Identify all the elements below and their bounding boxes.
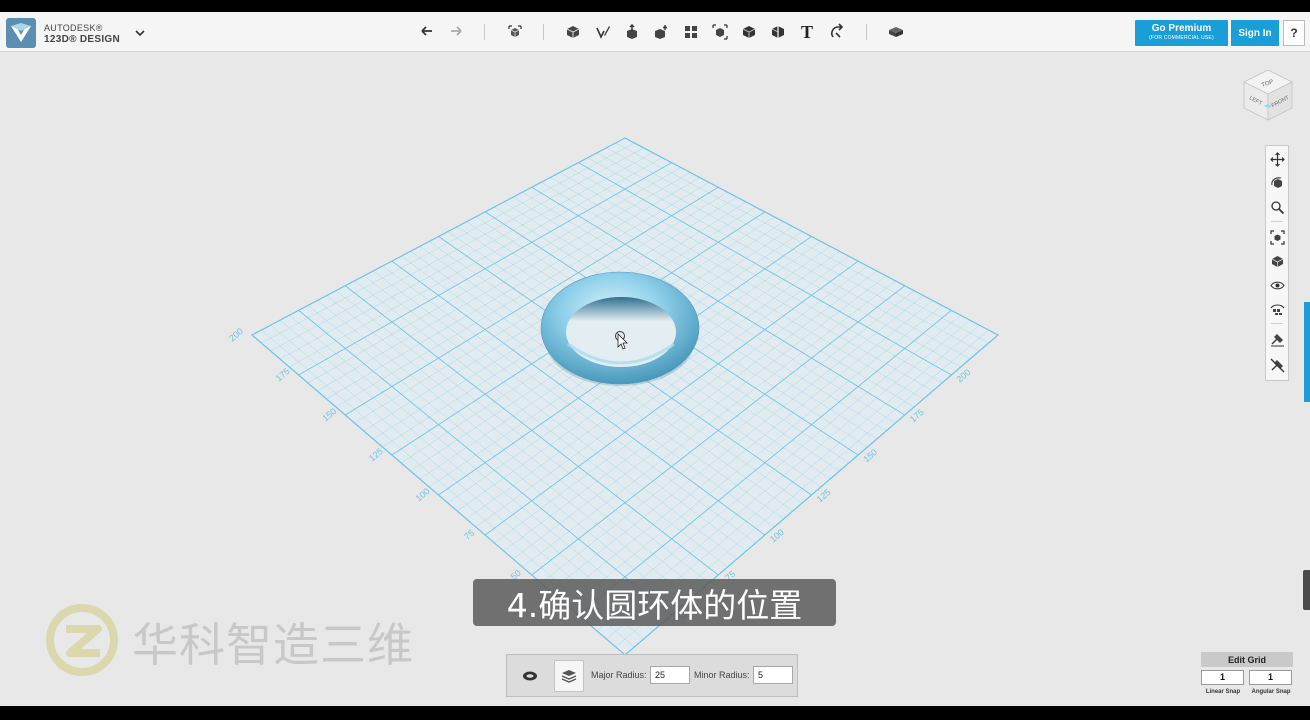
orbit-button[interactable] bbox=[1268, 174, 1286, 192]
materials-view-button[interactable] bbox=[1268, 300, 1286, 318]
grid-left-axis-label: 150 bbox=[320, 406, 338, 423]
view-mode-icon bbox=[1271, 255, 1283, 267]
pattern-icon bbox=[685, 26, 697, 38]
watermark: 华科智造三维 bbox=[44, 601, 454, 681]
eye-icon bbox=[1269, 281, 1285, 289]
app-logo-icon bbox=[6, 18, 36, 48]
edit-grid-button[interactable]: Edit Grid bbox=[1201, 652, 1293, 667]
grid-left-axis-label: 125 bbox=[367, 446, 385, 463]
snap-icon bbox=[831, 23, 844, 38]
torus-shape[interactable] bbox=[540, 271, 700, 386]
snap-button[interactable] bbox=[826, 21, 848, 43]
text-button[interactable]: T bbox=[796, 21, 818, 43]
primitives-button[interactable] bbox=[562, 21, 584, 43]
undo-icon bbox=[421, 26, 432, 36]
go-premium-button[interactable]: Go Premium (FOR COMMERCIAL USE) bbox=[1135, 20, 1228, 46]
help-button[interactable]: ? bbox=[1283, 20, 1305, 46]
video-subtitle: 4.确认圆环体的位置 bbox=[473, 579, 836, 626]
pan-icon bbox=[1269, 151, 1285, 167]
side-panel-toggle[interactable] bbox=[1304, 302, 1310, 402]
brand-line-2: 123D® DESIGN bbox=[44, 34, 120, 45]
modify-button[interactable] bbox=[650, 21, 672, 43]
measure-button[interactable] bbox=[767, 21, 789, 43]
combine-button[interactable] bbox=[738, 21, 760, 43]
material-icon bbox=[889, 27, 903, 37]
layers-icon bbox=[561, 670, 577, 683]
angular-snap-input[interactable]: 1 bbox=[1249, 670, 1292, 685]
sketch-button[interactable] bbox=[592, 21, 614, 43]
top-toolbar: AUTODESK® 123D® DESIGN T Go Premium (FOR… bbox=[0, 12, 1310, 52]
angular-snap-label: Angular Snap bbox=[1251, 689, 1291, 695]
torus-icon bbox=[523, 671, 537, 681]
view-mode-button[interactable] bbox=[1268, 252, 1286, 270]
work-plane-grid: 20017515012510075505075100125150175200 bbox=[227, 137, 1000, 656]
modify-icon bbox=[655, 25, 667, 39]
transform-icon bbox=[508, 25, 522, 37]
minor-radius-label: Minor Radius: bbox=[694, 670, 750, 680]
app-window: AUTODESK® 123D® DESIGN T Go Premium (FOR… bbox=[0, 12, 1310, 706]
linear-snap-label: Linear Snap bbox=[1205, 689, 1241, 695]
redo-button[interactable] bbox=[445, 21, 467, 43]
construct-button[interactable] bbox=[621, 21, 643, 43]
measure-icon bbox=[771, 26, 784, 38]
major-radius-label: Major Radius: bbox=[591, 670, 647, 680]
brand-line-1: AUTODESK® bbox=[44, 23, 103, 33]
magnifier-icon bbox=[1270, 200, 1284, 214]
material-button[interactable] bbox=[885, 21, 907, 43]
go-premium-label: Go Premium bbox=[1151, 23, 1212, 34]
watermark-logo-icon bbox=[46, 604, 118, 676]
linear-snap-input[interactable]: 1 bbox=[1201, 670, 1244, 685]
primitives-icon bbox=[566, 26, 580, 38]
grid-left-axis-label: 100 bbox=[414, 486, 432, 503]
visibility-button[interactable] bbox=[1268, 276, 1286, 294]
navigation-bar bbox=[1265, 145, 1289, 381]
side-scroll-handle[interactable] bbox=[1303, 570, 1310, 610]
major-radius-input[interactable] bbox=[650, 666, 690, 684]
nav-divider bbox=[1271, 221, 1283, 222]
snap-grid-button[interactable] bbox=[1268, 330, 1286, 348]
snap-grid-icon bbox=[1270, 333, 1284, 346]
hide-grid-icon bbox=[1270, 358, 1284, 372]
nav-divider bbox=[1271, 323, 1283, 324]
construct-icon bbox=[627, 24, 637, 39]
text-icon: T bbox=[800, 21, 813, 42]
watermark-text: 华科智造三维 bbox=[132, 618, 414, 672]
grid-left-axis-label: 75 bbox=[462, 528, 476, 542]
grid-left-axis-label: 175 bbox=[274, 366, 292, 383]
pattern-button[interactable] bbox=[680, 21, 702, 43]
torus-shape-button[interactable] bbox=[515, 660, 545, 692]
group-button[interactable] bbox=[709, 21, 731, 43]
hide-grid-button[interactable] bbox=[1268, 356, 1286, 374]
torus-parameter-panel: Major Radius: Minor Radius: bbox=[506, 654, 798, 697]
redo-icon bbox=[451, 26, 462, 36]
toolbar-divider bbox=[484, 24, 485, 40]
zoom-button[interactable] bbox=[1268, 198, 1286, 216]
material-layers-button[interactable] bbox=[554, 660, 584, 692]
sign-in-button[interactable]: Sign In bbox=[1231, 20, 1279, 46]
toolbar-divider bbox=[866, 24, 867, 40]
viewcube[interactable]: TOP LEFT FRONT bbox=[1240, 66, 1296, 124]
chevron-down-icon[interactable] bbox=[133, 26, 147, 40]
materials-view-icon bbox=[1270, 303, 1284, 315]
combine-icon bbox=[742, 26, 756, 38]
transform-button[interactable] bbox=[504, 21, 526, 43]
grid-left-axis-label: 200 bbox=[227, 326, 245, 343]
fit-icon bbox=[1269, 229, 1285, 245]
toolbar-divider bbox=[543, 24, 544, 40]
orbit-icon bbox=[1270, 176, 1282, 188]
group-icon bbox=[712, 24, 728, 40]
fit-button[interactable] bbox=[1268, 228, 1286, 246]
minor-radius-input[interactable] bbox=[753, 666, 793, 684]
pan-button[interactable] bbox=[1268, 150, 1286, 168]
sketch-icon bbox=[596, 26, 610, 39]
undo-button[interactable] bbox=[416, 21, 438, 43]
go-premium-sublabel: (FOR COMMERCIAL USE) bbox=[1149, 35, 1214, 41]
brand-name: AUTODESK® 123D® DESIGN bbox=[44, 23, 120, 45]
